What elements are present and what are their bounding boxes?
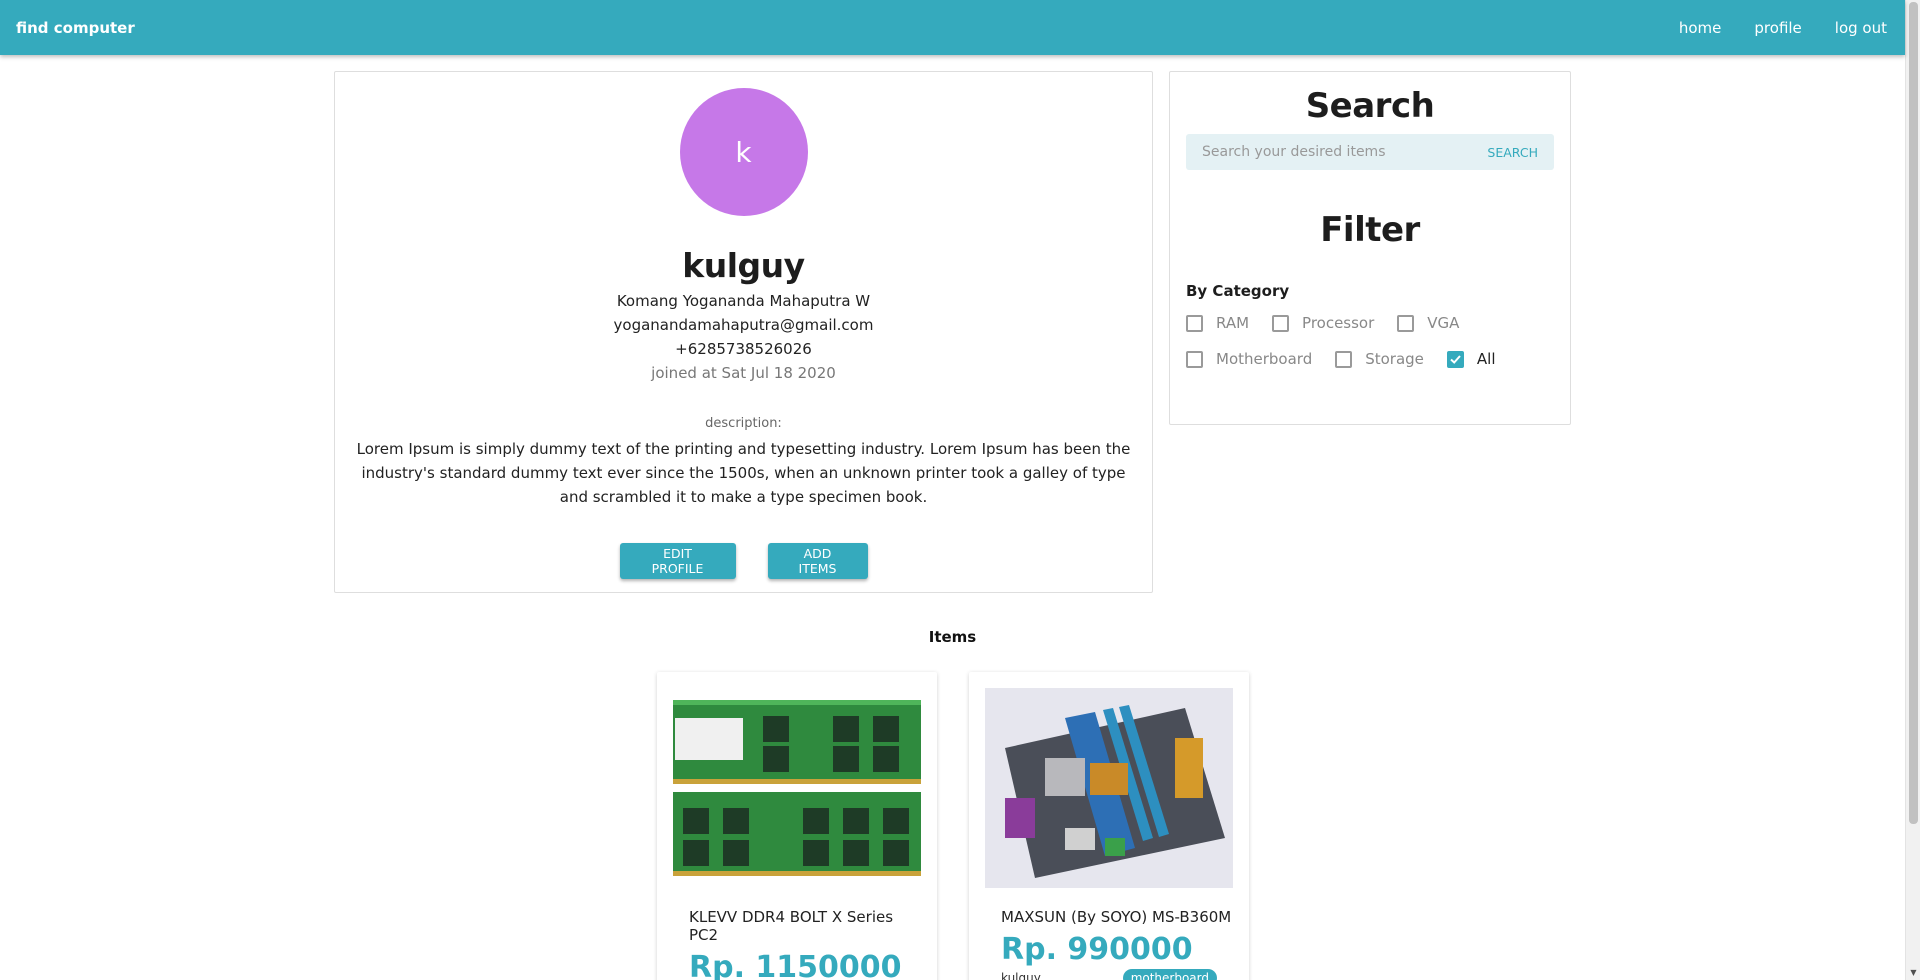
category-ram[interactable]: RAM — [1186, 314, 1249, 332]
search-title: Search — [1305, 86, 1435, 126]
checkbox-motherboard[interactable] — [1186, 350, 1203, 368]
brand-logo[interactable]: find computer — [16, 19, 135, 37]
category-label-processor: Processor — [1302, 314, 1375, 332]
profile-username: kulguy — [682, 246, 805, 285]
checkbox-ram[interactable] — [1186, 314, 1203, 332]
category-label-motherboard: Motherboard — [1216, 350, 1313, 368]
checkbox-processor[interactable] — [1272, 314, 1290, 332]
search-button[interactable]: SEARCH — [1487, 145, 1538, 160]
description-label: description: — [705, 416, 782, 431]
category-row-2: Motherboard Storage All — [1186, 350, 1554, 368]
profile-actions: EDIT PROFILE ADD ITEMS — [335, 543, 1152, 579]
category-processor[interactable]: Processor — [1272, 314, 1374, 332]
item-seller: kulguy — [1001, 971, 1041, 980]
checkbox-storage[interactable] — [1335, 350, 1353, 368]
category-label-all: All — [1476, 350, 1496, 368]
item-card[interactable]: KLEVV DDR4 BOLT X Series PC2 Rp. 1150000… — [657, 672, 937, 980]
category-row-1: RAM Processor VGA — [1186, 314, 1554, 332]
profile-email: yoganandamahaputra@gmail.com — [613, 316, 874, 334]
profile-phone: +6285738526026 — [675, 340, 812, 358]
item-price: Rp. 990000 — [1001, 932, 1193, 967]
item-image-motherboard — [985, 688, 1233, 888]
by-category-label: By Category — [1186, 282, 1290, 300]
category-all[interactable]: All — [1446, 350, 1496, 368]
item-name: MAXSUN (By SOYO) MS-B360M — [1001, 908, 1232, 926]
search-filter-panel: Search SEARCH Filter By Category RAM Pro… — [1169, 71, 1571, 425]
nav-profile-link[interactable]: profile — [1754, 19, 1801, 37]
nav-links: home profile log out — [1679, 19, 1889, 37]
item-image-ram — [673, 688, 921, 888]
profile-full-name: Komang Yogananda Mahaputra W — [616, 292, 871, 310]
add-items-button[interactable]: ADD ITEMS — [767, 543, 868, 579]
profile-joined-date: joined at Sat Jul 18 2020 — [651, 364, 836, 382]
search-input[interactable] — [1202, 144, 1462, 160]
items-heading: Items — [928, 628, 977, 646]
profile-description: Lorem Ipsum is simply dummy text of the … — [356, 440, 1131, 506]
item-card[interactable]: MAXSUN (By SOYO) MS-B360M Rp. 990000 kul… — [969, 672, 1249, 980]
item-price: Rp. 1150000 — [689, 950, 902, 980]
search-bar: SEARCH — [1186, 134, 1554, 170]
checkbox-all[interactable] — [1446, 350, 1464, 368]
scroll-down-arrow-icon[interactable]: ▼ — [1906, 966, 1920, 980]
profile-card: k kulguy Komang Yogananda Mahaputra W yo… — [334, 71, 1153, 593]
filter-title: Filter — [1320, 210, 1420, 250]
item-footer: kulguy motherboard — [985, 969, 1233, 980]
avatar: k — [679, 88, 808, 216]
category-storage[interactable]: Storage — [1335, 350, 1424, 368]
category-badge: motherboard — [1122, 969, 1217, 980]
scroll-thumb[interactable] — [1909, 2, 1918, 824]
top-navbar: find computer home profile log out — [0, 0, 1905, 55]
category-label-storage: Storage — [1365, 350, 1424, 368]
item-name: KLEVV DDR4 BOLT X Series PC2 — [689, 908, 894, 944]
category-vga[interactable]: VGA — [1397, 314, 1459, 332]
nav-home-link[interactable]: home — [1679, 19, 1722, 37]
category-label-ram: RAM — [1216, 314, 1250, 332]
checkbox-vga[interactable] — [1397, 314, 1415, 332]
category-label-vga: VGA — [1427, 314, 1460, 332]
page-scrollbar[interactable]: ▲ ▼ — [1905, 0, 1920, 980]
nav-logout-link[interactable]: log out — [1835, 19, 1887, 37]
edit-profile-button[interactable]: EDIT PROFILE — [619, 543, 736, 579]
category-motherboard[interactable]: Motherboard — [1186, 350, 1312, 368]
checkmark-icon — [1450, 354, 1461, 364]
